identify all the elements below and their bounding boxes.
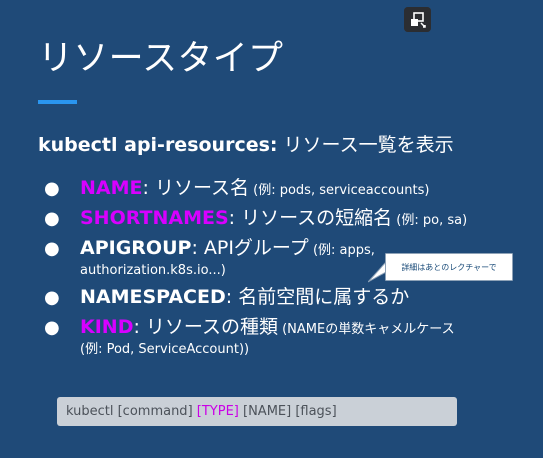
list-item-text: APIGROUP: APIグループ (例: apps, xyxy=(80,236,375,260)
callout-bubble: 詳細はあとのレクチャーで xyxy=(385,253,513,281)
field-kind-continuation: (例: Pod, ServiceAccount)) xyxy=(80,342,250,357)
command-heading-command: kubectl api-resources: xyxy=(38,134,278,156)
field-apigroup-description: : APIグループ xyxy=(191,237,309,259)
filled-circle-bullet-icon: ● xyxy=(44,287,60,308)
field-kind-term: KIND xyxy=(80,316,134,338)
filled-circle-bullet-icon: ● xyxy=(44,208,60,229)
slide-title: リソースタイプ xyxy=(38,39,284,79)
field-name-description: : リソース名 xyxy=(142,177,250,199)
usage-suffix: [NAME] [flags] xyxy=(238,404,337,419)
usage-code-box: kubectl [command] [TYPE] [NAME] [flags] xyxy=(57,397,457,426)
presentation-slide: リソースタイプ kubectl api-resources: リソース一覧を表示… xyxy=(0,0,543,458)
usage-type-placeholder: [TYPE] xyxy=(196,404,239,419)
list-item-text: KIND: リソースの種類 (NAMEの単数キャメルケース xyxy=(80,315,455,339)
filled-circle-bullet-icon: ● xyxy=(44,238,60,259)
field-apigroup-note: (例: apps, xyxy=(308,243,375,258)
field-kind-description: : リソースの種類 xyxy=(133,316,278,338)
list-item-name: ● NAME: リソース名 (例: pods, serviceaccounts) xyxy=(44,176,514,201)
field-shortnames-description: : リソースの短縮名 xyxy=(228,207,393,229)
speech-bubble-tail-icon xyxy=(368,262,386,283)
field-kind-note: (NAMEの単数キャメルケース xyxy=(277,322,455,337)
list-item-kind: ● KIND: リソースの種類 (NAMEの単数キャメルケース (例: Pod,… xyxy=(44,315,514,359)
list-item-text: NAMESPACED: 名前空間に属するか xyxy=(80,285,409,309)
exit-fullscreen-button[interactable] xyxy=(404,7,431,32)
field-name-note: (例: pods, serviceaccounts) xyxy=(249,183,430,198)
filled-circle-bullet-icon: ● xyxy=(44,317,60,338)
usage-prefix: kubectl [command] xyxy=(66,404,197,419)
filled-circle-bullet-icon: ● xyxy=(44,178,60,199)
list-item-text: SHORTNAMES: リソースの短縮名 (例: po, sa) xyxy=(80,206,467,230)
list-item-shortnames: ● SHORTNAMES: リソースの短縮名 (例: po, sa) xyxy=(44,206,514,231)
exit-fullscreen-icon xyxy=(404,7,431,32)
field-shortnames-term: SHORTNAMES xyxy=(80,207,229,229)
list-item-text: NAME: リソース名 (例: pods, serviceaccounts) xyxy=(80,176,429,200)
list-item-namespaced: ● NAMESPACED: 名前空間に属するか xyxy=(44,285,514,310)
command-heading-description: リソース一覧を表示 xyxy=(277,134,454,156)
field-namespaced-term: NAMESPACED xyxy=(80,286,226,308)
field-name-term: NAME xyxy=(80,177,143,199)
field-namespaced-description: : 名前空間に属するか xyxy=(225,286,410,308)
title-underline xyxy=(38,100,77,104)
field-apigroup-term: APIGROUP xyxy=(80,237,192,259)
field-shortnames-note: (例: po, sa) xyxy=(392,213,468,228)
command-heading: kubectl api-resources: リソース一覧を表示 xyxy=(38,132,454,158)
